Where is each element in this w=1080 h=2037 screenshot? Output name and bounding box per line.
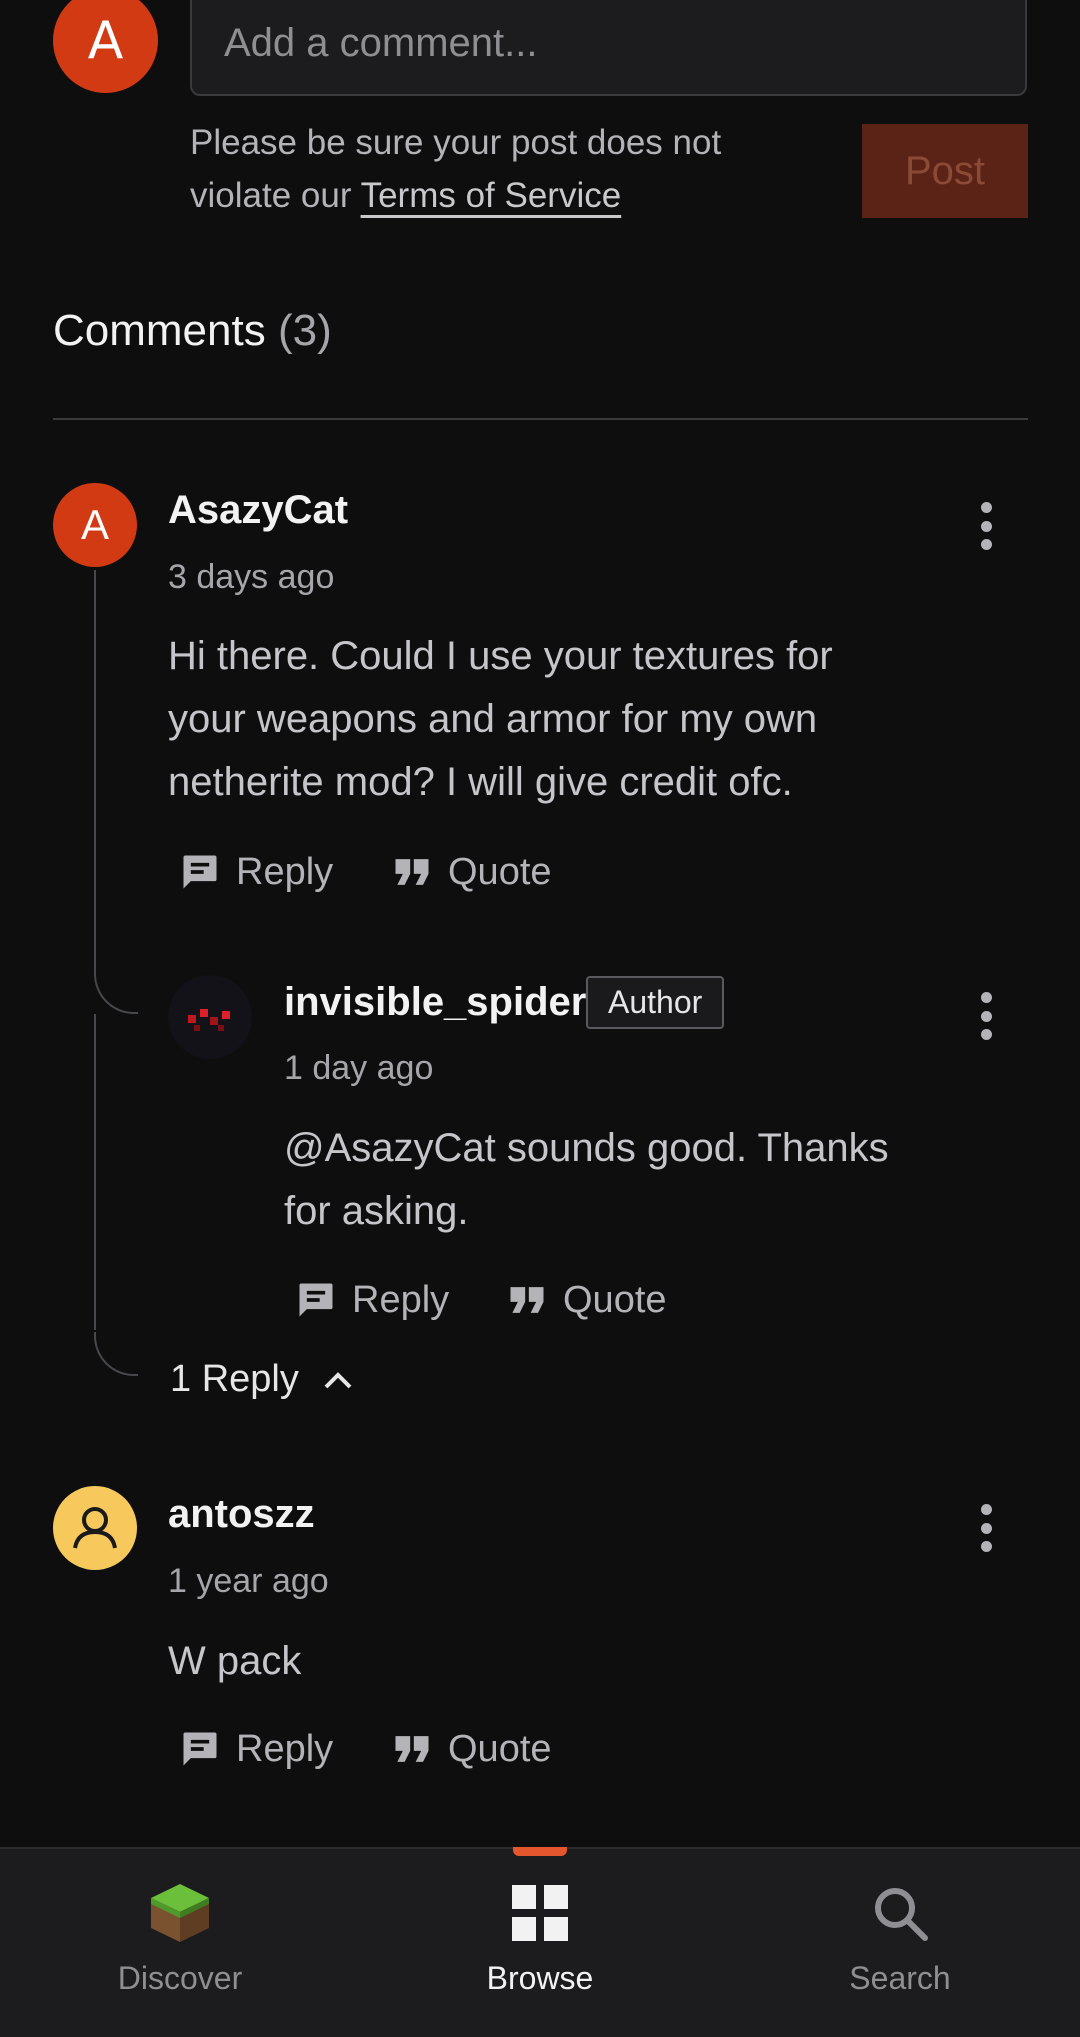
divider — [53, 418, 1028, 420]
reply-icon — [183, 855, 217, 889]
comment-timestamp: 1 year ago — [168, 1562, 329, 1600]
comment-username[interactable]: AsazyCat — [168, 488, 348, 533]
comments-count: (3) — [277, 306, 332, 355]
avatar[interactable] — [168, 975, 252, 1059]
user-placeholder-icon — [73, 1507, 117, 1549]
nav-browse-label: Browse — [486, 1960, 594, 1996]
comment-more-menu[interactable] — [966, 496, 1006, 556]
nav-browse[interactable]: Browse — [420, 1880, 660, 2010]
reply-button[interactable]: Reply — [178, 1727, 333, 1771]
thread-curve-toggle — [94, 1332, 138, 1376]
current-user-avatar: A — [53, 0, 158, 93]
quote-icon — [395, 859, 429, 885]
spider-avatar-icon — [188, 1009, 230, 1031]
reply-icon — [183, 1732, 217, 1766]
comment-timestamp: 3 days ago — [168, 558, 335, 596]
comment-username[interactable]: invisible_spider — [284, 980, 586, 1025]
quote-button[interactable]: Quote — [390, 850, 552, 894]
replies-toggle-label: 1 Reply — [170, 1358, 299, 1400]
nav-search[interactable]: Search — [780, 1880, 1020, 2010]
comment-text: W pack — [168, 1639, 302, 1683]
nav-discover-label: Discover — [117, 1960, 243, 1996]
quote-button[interactable]: Quote — [505, 1278, 667, 1322]
author-badge: Author — [586, 976, 725, 1029]
comment-more-menu[interactable] — [966, 986, 1006, 1046]
nav-discover[interactable]: Discover — [60, 1880, 300, 2010]
reply-button[interactable]: Reply — [178, 850, 333, 894]
thread-line — [94, 570, 96, 970]
quote-label: Quote — [448, 850, 552, 893]
comments-heading-label: Comments — [53, 306, 266, 355]
thread-curve-reply — [94, 970, 138, 1014]
comment-text: @AsazyCat sounds good. Thanks for asking… — [284, 1126, 889, 1233]
quote-label: Quote — [563, 1278, 667, 1321]
quote-icon — [510, 1287, 544, 1313]
active-tab-indicator — [513, 1847, 567, 1856]
comment-text: Hi there. Could I use your textures for … — [168, 634, 833, 804]
comment-input[interactable]: Add a comment... — [190, 0, 1027, 96]
comments-heading: Comments (3) — [53, 306, 332, 356]
avatar[interactable]: A — [53, 483, 137, 567]
quote-icon — [395, 1736, 429, 1762]
search-icon — [867, 1880, 933, 1946]
comments-page: A Add a comment... Please be sure your p… — [0, 0, 1080, 2037]
grass-block-icon — [147, 1880, 213, 1946]
grid-icon — [507, 1880, 573, 1946]
reply-label: Reply — [236, 1727, 334, 1770]
avatar[interactable] — [53, 1486, 137, 1570]
reply-icon — [299, 1283, 333, 1317]
reply-label: Reply — [352, 1278, 450, 1321]
quote-button[interactable]: Quote — [390, 1727, 552, 1771]
nav-search-label: Search — [849, 1960, 951, 1996]
comment-timestamp: 1 day ago — [284, 1049, 434, 1087]
replies-toggle[interactable]: 1 Reply — [170, 1358, 353, 1401]
quote-label: Quote — [448, 1727, 552, 1770]
thread-line-lower — [94, 1014, 96, 1330]
terms-of-service-link[interactable]: Terms of Service — [361, 176, 622, 215]
post-button[interactable]: Post — [862, 124, 1028, 218]
comment-username[interactable]: antoszz — [168, 1492, 315, 1537]
reply-button[interactable]: Reply — [294, 1278, 449, 1322]
chevron-up-icon — [324, 1371, 352, 1388]
tos-note: Please be sure your post does not violat… — [190, 116, 790, 222]
comment-more-menu[interactable] — [966, 1498, 1006, 1558]
reply-label: Reply — [236, 850, 334, 893]
